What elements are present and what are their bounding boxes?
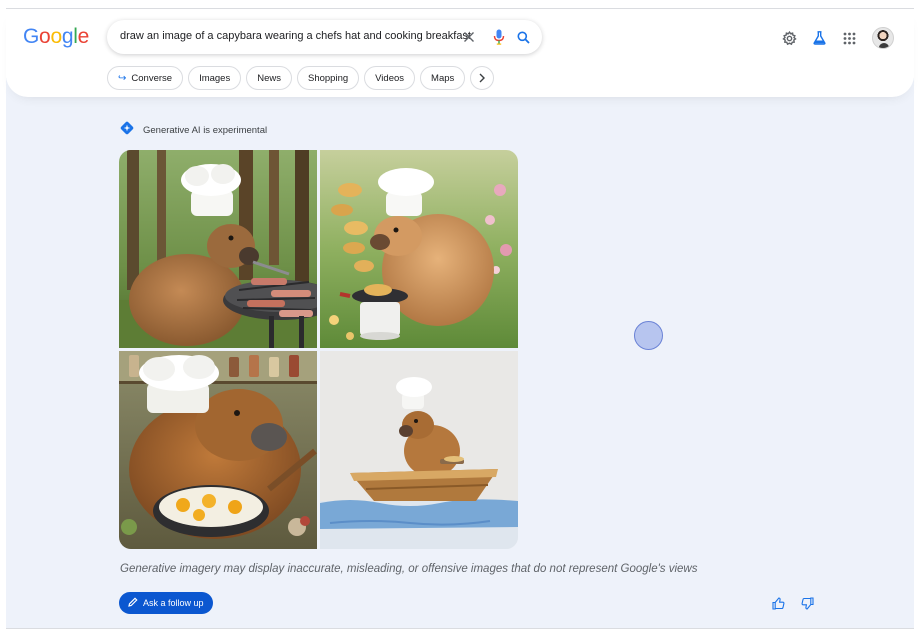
chip-label: Shopping [307, 72, 349, 84]
page: Google draw an image of a capybara weari… [0, 0, 920, 635]
generative-ai-label-text: Generative AI is experimental [143, 125, 268, 136]
chip-converse[interactable]: ↪ Converse [107, 66, 184, 90]
follow-up-arrow-icon: ↪ [118, 72, 127, 84]
search-box[interactable]: draw an image of a capybara wearing a ch… [107, 20, 542, 54]
clear-icon[interactable] [460, 28, 478, 46]
chevron-right-icon[interactable] [470, 66, 495, 90]
search-input[interactable]: draw an image of a capybara wearing a ch… [120, 30, 471, 42]
generative-ai-label: Generative AI is experimental [119, 120, 267, 141]
search-filter-chips: ↪ Converse Images News Shopping Videos M… [107, 66, 495, 90]
chip-images[interactable]: Images [188, 66, 242, 90]
chip-label: News [257, 72, 281, 84]
labs-flask-icon[interactable] [810, 29, 828, 47]
chip-maps[interactable]: Maps [420, 66, 466, 90]
thumbs-up-icon[interactable] [771, 596, 785, 610]
chip-videos[interactable]: Videos [364, 66, 416, 90]
generative-imagery-disclaimer: Generative imagery may display inaccurat… [120, 563, 698, 575]
chip-shopping[interactable]: Shopping [296, 66, 360, 90]
generated-image-capybara-boat[interactable] [320, 351, 518, 549]
microphone-icon[interactable] [490, 28, 508, 46]
generated-image-capybara-pancakes[interactable] [320, 150, 518, 348]
generated-image-capybara-grilling[interactable] [119, 150, 317, 348]
ask-follow-up-label: Ask a follow up [143, 598, 204, 608]
account-avatar[interactable] [872, 27, 894, 49]
search-header: Google draw an image of a capybara weari… [6, 9, 914, 97]
mouse-cursor-indicator [634, 321, 663, 350]
pencil-icon [128, 597, 138, 609]
ask-follow-up-button[interactable]: Ask a follow up [119, 592, 213, 614]
apps-grid-icon[interactable] [840, 29, 858, 47]
chip-news[interactable]: News [246, 66, 292, 90]
chip-label: Converse [131, 72, 173, 84]
chip-label: Images [199, 72, 231, 84]
sge-sparkle-icon [119, 120, 135, 141]
search-icon[interactable] [514, 28, 532, 46]
chip-label: Maps [431, 72, 455, 84]
gear-icon[interactable] [780, 29, 798, 47]
thumbs-down-icon[interactable] [800, 596, 814, 610]
bottom-divider [6, 628, 914, 629]
chip-label: Videos [375, 72, 405, 84]
google-logo[interactable]: Google [23, 25, 89, 49]
generated-image-grid [119, 150, 518, 549]
generated-image-capybara-eggs[interactable] [119, 351, 317, 549]
